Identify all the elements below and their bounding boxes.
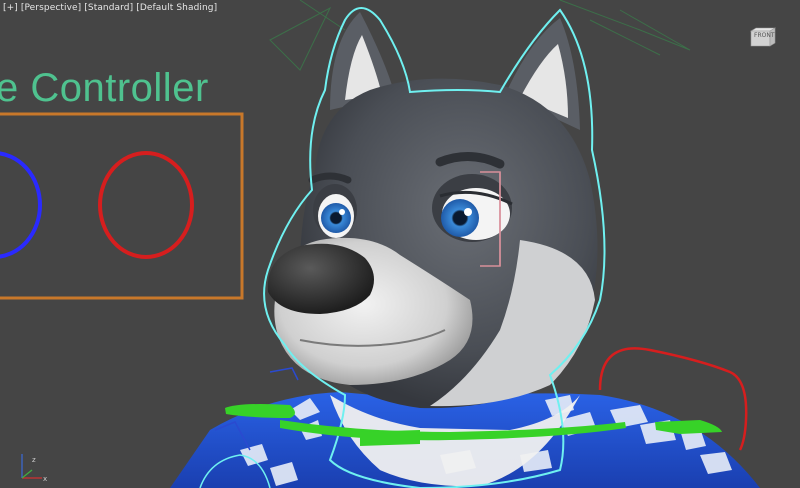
controller-ring-red[interactable] bbox=[98, 151, 194, 259]
nose bbox=[267, 243, 374, 314]
controller-frame[interactable] bbox=[0, 112, 244, 300]
view-cube-face-label: FRONT bbox=[754, 32, 775, 39]
viewport-label-bar: [+] [Perspective] [Standard] [Default Sh… bbox=[3, 3, 217, 13]
viewport-point-of-view-menu[interactable]: [Perspective] bbox=[21, 3, 81, 13]
brow-left bbox=[308, 172, 352, 184]
controller-ring-blue[interactable] bbox=[0, 151, 42, 259]
left-eye[interactable] bbox=[318, 194, 354, 238]
controller-title-text: e Controller bbox=[0, 66, 209, 110]
view-cube[interactable]: FRONT bbox=[748, 26, 778, 48]
viewport-plus-menu[interactable]: [+] bbox=[3, 3, 18, 13]
viewport-shading-menu[interactable]: [Default Shading] bbox=[136, 3, 217, 13]
viewport-standard-menu[interactable]: [Standard] bbox=[84, 3, 133, 13]
axis-z-label: z bbox=[32, 456, 36, 464]
axis-tripod-icon: z x bbox=[21, 454, 47, 483]
background-helper-gizmo bbox=[269, 0, 691, 71]
axis-x-label: x bbox=[43, 475, 47, 483]
3d-viewport[interactable]: [+] [Perspective] [Standard] [Default Sh… bbox=[0, 0, 800, 488]
character-head-mesh[interactable] bbox=[267, 78, 598, 409]
axis-tripod: z x bbox=[8, 448, 48, 484]
